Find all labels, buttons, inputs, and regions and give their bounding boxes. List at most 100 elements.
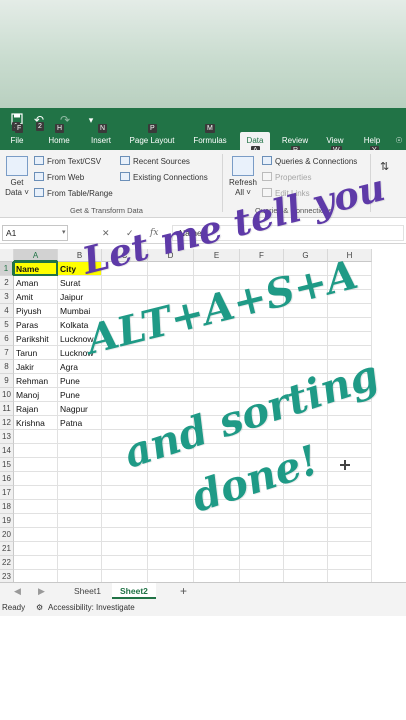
cell-e19[interactable]	[194, 514, 240, 528]
cell-h7[interactable]	[328, 346, 372, 360]
cell-f16[interactable]	[240, 472, 284, 486]
cell-g4[interactable]	[284, 304, 328, 318]
cell-d3[interactable]	[148, 290, 194, 304]
cell-f3[interactable]	[240, 290, 284, 304]
cell-e9[interactable]	[194, 374, 240, 388]
cell-g5[interactable]	[284, 318, 328, 332]
cell-g7[interactable]	[284, 346, 328, 360]
name-box[interactable]: A1	[2, 225, 68, 241]
cell-a6[interactable]: Parikshit	[14, 332, 58, 346]
cell-d22[interactable]	[148, 556, 194, 570]
cell-a15[interactable]	[14, 458, 58, 472]
cell-e17[interactable]	[194, 486, 240, 500]
cell-e8[interactable]	[194, 360, 240, 374]
cell-f4[interactable]	[240, 304, 284, 318]
worksheet-grid[interactable]: A B C D E F G H 1 Name City 2 Aman Surat 3 Amit Jaipur 4 P…	[0, 249, 406, 582]
cell-h15[interactable]	[328, 458, 372, 472]
cell-h23[interactable]	[328, 570, 372, 582]
cell-b2[interactable]: Surat	[58, 276, 102, 290]
cell-h21[interactable]	[328, 542, 372, 556]
cell-a13[interactable]	[14, 430, 58, 444]
cell-e1[interactable]	[194, 262, 240, 276]
cell-b5[interactable]: Kolkata	[58, 318, 102, 332]
cell-c7[interactable]	[102, 346, 148, 360]
tab-page-layout[interactable]: Page Layout	[126, 132, 178, 150]
customize-qat-icon[interactable]: ▾	[84, 113, 98, 127]
cell-c5[interactable]	[102, 318, 148, 332]
sheet-tab-sheet1[interactable]: Sheet1	[66, 583, 109, 599]
cell-b13[interactable]	[58, 430, 102, 444]
cell-b6[interactable]: Lucknow	[58, 332, 102, 346]
cell-d18[interactable]	[148, 500, 194, 514]
column-header-h[interactable]: H	[328, 249, 372, 262]
cell-d12[interactable]	[148, 416, 194, 430]
cell-h13[interactable]	[328, 430, 372, 444]
cell-e4[interactable]	[194, 304, 240, 318]
select-all-corner[interactable]	[0, 249, 14, 262]
column-header-f[interactable]: F	[240, 249, 284, 262]
cell-b15[interactable]	[58, 458, 102, 472]
cell-h10[interactable]	[328, 388, 372, 402]
cell-a5[interactable]: Paras	[14, 318, 58, 332]
cell-d15[interactable]	[148, 458, 194, 472]
cell-c16[interactable]	[102, 472, 148, 486]
column-header-a[interactable]: A	[14, 249, 58, 262]
next-sheet-icon[interactable]: ▶	[38, 583, 45, 599]
cell-c4[interactable]	[102, 304, 148, 318]
cell-e7[interactable]	[194, 346, 240, 360]
cell-c2[interactable]	[102, 276, 148, 290]
cell-f13[interactable]	[240, 430, 284, 444]
insert-function-icon[interactable]: fx	[150, 225, 158, 241]
cell-d21[interactable]	[148, 542, 194, 556]
cell-e12[interactable]	[194, 416, 240, 430]
cell-e14[interactable]	[194, 444, 240, 458]
row-header-7[interactable]: 7	[0, 346, 14, 360]
cell-b21[interactable]	[58, 542, 102, 556]
cell-a3[interactable]: Amit	[14, 290, 58, 304]
cell-g3[interactable]	[284, 290, 328, 304]
cell-d23[interactable]	[148, 570, 194, 582]
cell-f17[interactable]	[240, 486, 284, 500]
tab-formulas[interactable]: Formulas	[190, 132, 230, 150]
cell-f8[interactable]	[240, 360, 284, 374]
cell-d5[interactable]	[148, 318, 194, 332]
accessibility-icon[interactable]: ⚙	[36, 599, 43, 616]
row-header-22[interactable]: 22	[0, 556, 14, 570]
row-header-20[interactable]: 20	[0, 528, 14, 542]
cell-d8[interactable]	[148, 360, 194, 374]
cell-c8[interactable]	[102, 360, 148, 374]
cell-a10[interactable]: Manoj	[14, 388, 58, 402]
cell-b7[interactable]: Lucknow	[58, 346, 102, 360]
cell-a22[interactable]	[14, 556, 58, 570]
cell-d1[interactable]	[148, 262, 194, 276]
cell-d16[interactable]	[148, 472, 194, 486]
cell-a19[interactable]	[14, 514, 58, 528]
cell-a18[interactable]	[14, 500, 58, 514]
row-header-15[interactable]: 15	[0, 458, 14, 472]
cell-h5[interactable]	[328, 318, 372, 332]
cell-a17[interactable]	[14, 486, 58, 500]
add-sheet-button[interactable]: +	[180, 583, 187, 599]
cell-a8[interactable]: Jakir	[14, 360, 58, 374]
cell-c23[interactable]	[102, 570, 148, 582]
cell-b11[interactable]: Nagpur	[58, 402, 102, 416]
cell-g9[interactable]	[284, 374, 328, 388]
cell-f9[interactable]	[240, 374, 284, 388]
cell-f22[interactable]	[240, 556, 284, 570]
prev-sheet-icon[interactable]: ◀	[14, 583, 21, 599]
cell-d17[interactable]	[148, 486, 194, 500]
row-header-1[interactable]: 1	[0, 262, 14, 276]
cell-h3[interactable]	[328, 290, 372, 304]
row-header-4[interactable]: 4	[0, 304, 14, 318]
cell-d11[interactable]	[148, 402, 194, 416]
cell-g13[interactable]	[284, 430, 328, 444]
cell-c17[interactable]	[102, 486, 148, 500]
cell-f1[interactable]	[240, 262, 284, 276]
cell-e11[interactable]	[194, 402, 240, 416]
cell-h22[interactable]	[328, 556, 372, 570]
cell-b10[interactable]: Pune	[58, 388, 102, 402]
cell-a21[interactable]	[14, 542, 58, 556]
cell-a4[interactable]: Piyush	[14, 304, 58, 318]
cell-a7[interactable]: Tarun	[14, 346, 58, 360]
cell-c19[interactable]	[102, 514, 148, 528]
